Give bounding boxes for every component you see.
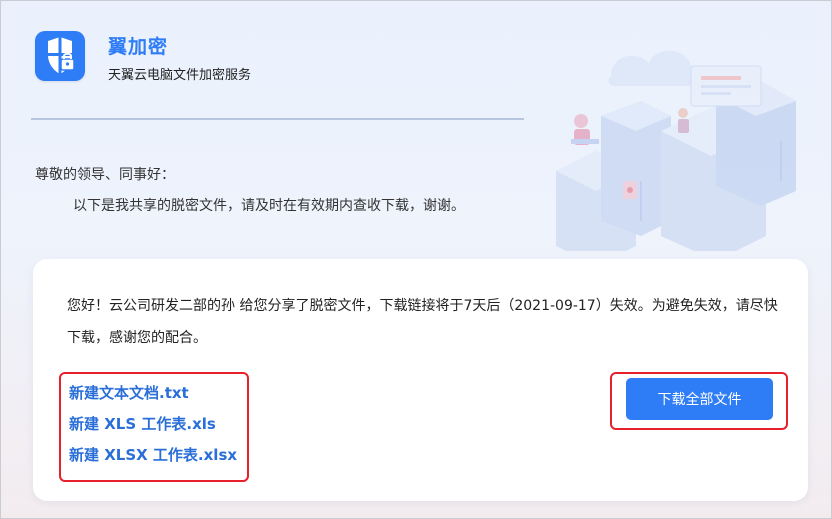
file-link-xlsx[interactable]: 新建 XLSX 工作表.xlsx xyxy=(69,444,237,465)
file-link-xls[interactable]: 新建 XLS 工作表.xls xyxy=(69,413,216,434)
app-name: 翼加密 xyxy=(108,36,169,58)
file-link-txt[interactable]: 新建文本文档.txt xyxy=(69,382,189,403)
download-all-button[interactable]: 下载全部文件 xyxy=(626,378,773,420)
email-page: 翼加密 天翼云电脑文件加密服务 尊敬的领导、同事好： 以下是我共享的脱密文件，请… xyxy=(0,0,832,519)
app-subtitle: 天翼云电脑文件加密服务 xyxy=(108,68,252,83)
cloud-datacenter-illustration xyxy=(556,50,796,251)
intro-text: 以下是我共享的脱密文件，请及时在有效期内查收下载，谢谢。 xyxy=(73,198,465,214)
header-divider xyxy=(31,118,524,120)
greeting-text: 尊敬的领导、同事好： xyxy=(35,167,175,183)
share-message: 您好！云公司研发二部的孙 给您分享了脱密文件，下载链接将于7天后（2021-09… xyxy=(67,298,778,346)
shield-lock-icon xyxy=(35,31,85,81)
